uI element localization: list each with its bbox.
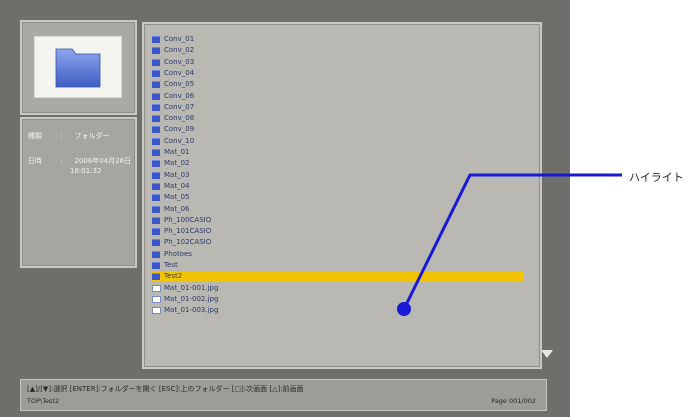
highlight-callout: [397, 173, 622, 316]
callout-dot: [397, 302, 411, 316]
highlight-label: ハイライト: [629, 171, 684, 184]
callout-line: [402, 173, 622, 310]
